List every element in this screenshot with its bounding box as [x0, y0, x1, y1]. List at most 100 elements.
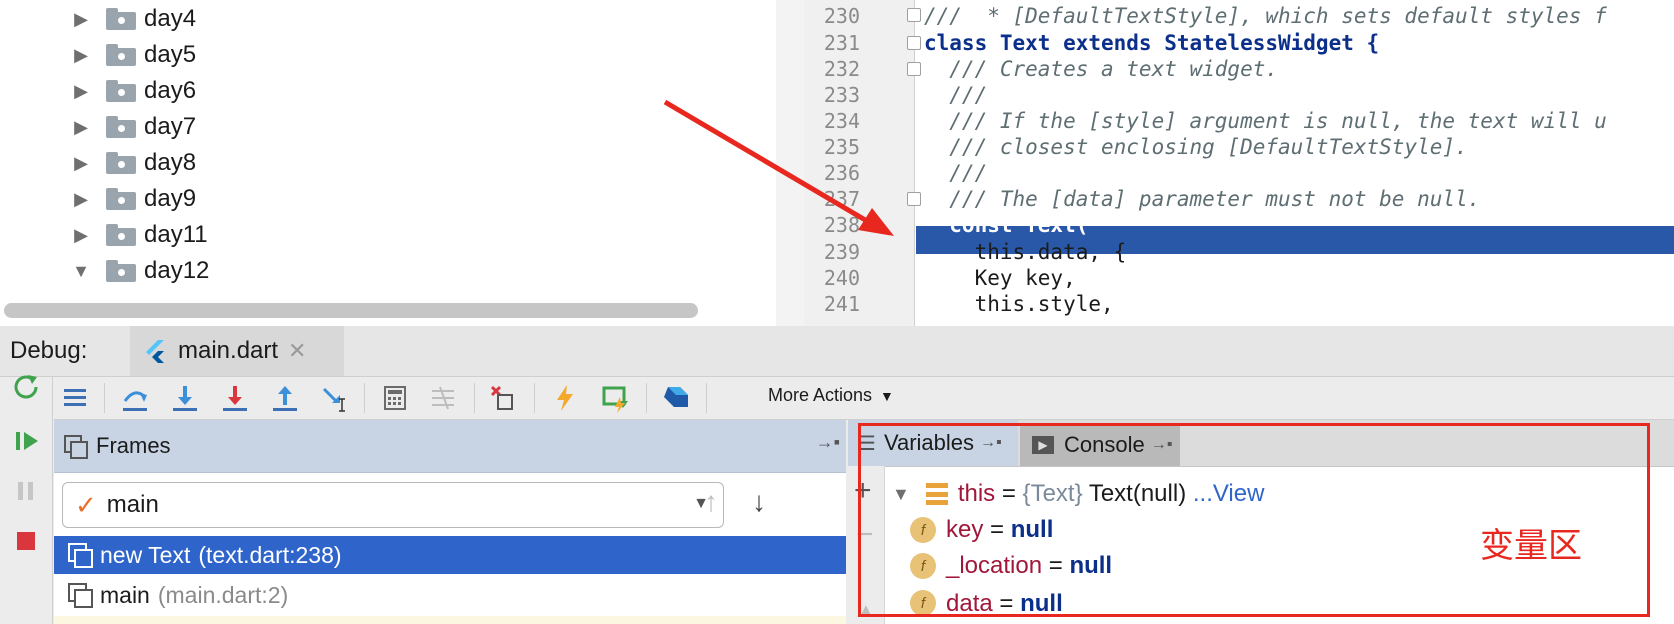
hot-reload-icon[interactable]	[550, 383, 580, 413]
more-actions-menu[interactable]: More Actions ▼	[768, 385, 894, 406]
project-tree: ▶ day4 ▶ day5 ▶ day6 ▶ day7 ▶ day8 ▶ day…	[0, 0, 776, 326]
flutter-icon	[142, 338, 168, 364]
folder-icon	[106, 8, 136, 30]
frame-name: new Text	[100, 541, 191, 568]
tree-item-day5[interactable]: ▶ day5	[70, 36, 196, 74]
code-line: /// Creates a text widget.	[924, 57, 1279, 81]
code-line: /// closest enclosing [DefaultTextStyle]…	[924, 135, 1468, 159]
tree-item-label: day7	[144, 113, 197, 140]
step-into-icon[interactable]	[170, 383, 200, 413]
step-over-icon[interactable]	[120, 383, 150, 413]
folder-icon	[106, 188, 136, 210]
fold-marker-icon[interactable]	[907, 62, 921, 76]
frame-row[interactable]: main (main.dart:2)	[54, 576, 846, 614]
stop-icon[interactable]	[10, 525, 42, 557]
line-number: 235	[823, 135, 860, 159]
tree-item-day4[interactable]: ▶ day4	[70, 0, 196, 38]
code-line: Key key,	[924, 266, 1076, 290]
frame-row-selected[interactable]: new Text (text.dart:238)	[54, 536, 846, 574]
line-number: 230	[823, 4, 860, 28]
expand-arrow-icon[interactable]: ▶	[70, 188, 92, 210]
tree-item-day8[interactable]: ▶ day8	[70, 144, 196, 182]
code-line: ///	[924, 161, 988, 185]
line-number: 240	[823, 266, 860, 290]
frame-row[interactable]	[54, 616, 846, 624]
next-frame-icon[interactable]: ↓	[752, 486, 766, 518]
code-line-current: const Text(	[924, 213, 1089, 237]
expand-arrow-icon[interactable]: ▶	[70, 152, 92, 174]
close-tab-icon[interactable]: ✕	[288, 338, 306, 364]
frames-icon	[64, 435, 88, 459]
tree-item-day7[interactable]: ▶ day7	[70, 108, 196, 146]
drop-frame-icon[interactable]	[488, 383, 518, 413]
tree-item-day9[interactable]: ▶ day9	[70, 180, 196, 218]
expand-arrow-icon[interactable]: ▶	[70, 224, 92, 246]
dropdown-arrow-icon: ▼	[880, 387, 894, 404]
expand-arrow-icon[interactable]: ▶	[70, 8, 92, 30]
fold-marker-icon[interactable]	[907, 192, 921, 206]
more-actions-label: More Actions	[768, 385, 873, 405]
folder-icon	[106, 224, 136, 246]
folder-icon	[106, 260, 136, 282]
force-step-into-icon[interactable]	[220, 383, 250, 413]
step-out-icon[interactable]	[270, 383, 300, 413]
debug-side-toolbar	[0, 375, 53, 624]
line-number: 236	[823, 161, 860, 185]
tree-item-label: day4	[144, 5, 197, 32]
code-line: this.style,	[924, 292, 1114, 316]
debug-session-tab[interactable]: main.dart ✕	[130, 326, 344, 376]
resume-icon[interactable]	[10, 425, 42, 457]
frames-header: Frames →▪	[54, 420, 846, 473]
pin-icon[interactable]: →▪	[816, 432, 840, 453]
collapse-arrow-icon[interactable]: ▼	[70, 260, 92, 282]
fold-marker-icon[interactable]	[907, 36, 921, 50]
line-number: 239	[823, 240, 860, 264]
folder-icon	[106, 80, 136, 102]
rerun-icon[interactable]	[10, 371, 42, 403]
line-number: 233	[823, 83, 860, 107]
line-number: 231	[823, 31, 860, 55]
run-to-cursor-icon[interactable]	[320, 383, 350, 413]
frames-panel: Frames →▪ ✓ main ▼ ↑ ↓ new Text (text.da…	[54, 420, 846, 624]
frame-icon	[68, 583, 93, 608]
expand-arrow-icon[interactable]: ▶	[70, 44, 92, 66]
line-number: 241	[823, 292, 860, 316]
show-execution-point-icon[interactable]	[60, 383, 90, 413]
debug-label: Debug:	[10, 337, 88, 364]
code-line: /// * [DefaultTextStyle], which sets def…	[924, 4, 1607, 28]
debug-toolbar: More Actions ▼	[54, 377, 1674, 420]
expand-arrow-icon[interactable]: ▶	[70, 116, 92, 138]
thread-selector[interactable]: ✓ main ▼	[62, 482, 724, 528]
code-editor[interactable]: 230 231 232 233 234 235 236 237 238 239 …	[804, 0, 1674, 326]
expand-arrow-icon[interactable]: ▶	[70, 80, 92, 102]
line-number: 232	[823, 57, 860, 81]
hot-restart-icon[interactable]	[600, 383, 630, 413]
checkmark-icon: ✓	[75, 489, 97, 520]
pause-icon[interactable]	[10, 475, 42, 507]
debug-tool-window-header: Debug: main.dart ✕	[0, 326, 1674, 377]
fold-marker-icon[interactable]	[907, 8, 921, 22]
evaluate-expression-icon[interactable]	[380, 383, 410, 413]
folder-icon	[106, 44, 136, 66]
horizontal-scrollbar[interactable]	[4, 303, 698, 318]
tree-item-day12[interactable]: ▼ day12	[70, 252, 209, 290]
code-line: /// If the [style] argument is null, the…	[924, 109, 1607, 133]
code-line: ///	[924, 83, 988, 107]
line-number: 234	[823, 109, 860, 133]
tree-item-label: day8	[144, 149, 197, 176]
panel-divider[interactable]	[776, 0, 804, 326]
tree-item-label: day6	[144, 77, 197, 104]
thread-name: main	[106, 491, 159, 518]
dart-devtools-icon[interactable]	[660, 383, 690, 413]
trace-icon[interactable]	[428, 383, 458, 413]
tree-item-day6[interactable]: ▶ day6	[70, 72, 196, 110]
tree-item-label: day9	[144, 185, 197, 212]
tree-item-label: day5	[144, 41, 197, 68]
tree-item-label: day11	[144, 221, 208, 248]
code-line: /// The [data] parameter must not be nul…	[924, 187, 1481, 211]
tree-item-day11[interactable]: ▶ day11	[70, 216, 208, 254]
previous-frame-icon[interactable]: ↑	[704, 486, 718, 518]
frames-title: Frames	[96, 433, 171, 458]
frame-icon	[68, 543, 93, 568]
folder-icon	[106, 152, 136, 174]
